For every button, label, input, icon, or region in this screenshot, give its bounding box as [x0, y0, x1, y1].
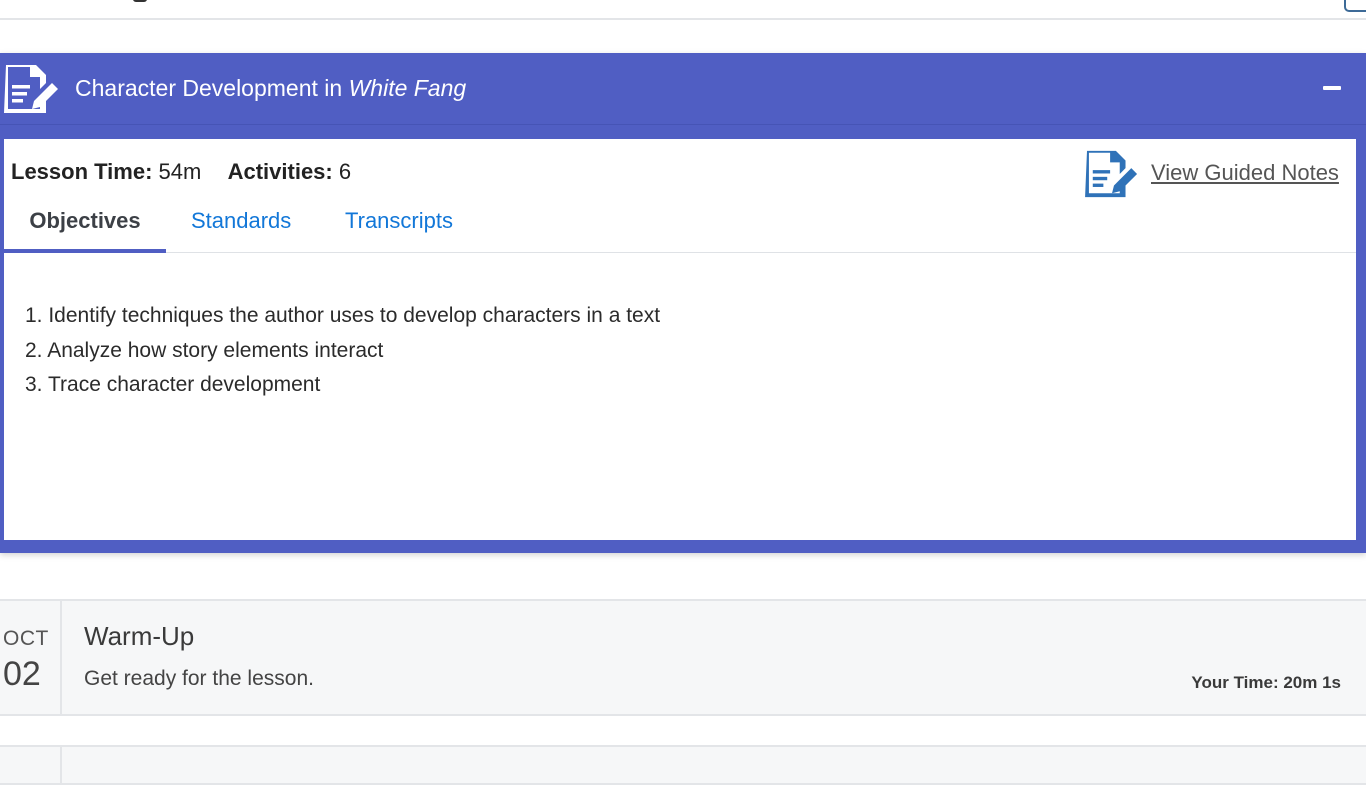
lesson-time-value: 54m	[158, 159, 202, 184]
top-right-button[interactable]	[1344, 0, 1366, 12]
collapse-button[interactable]	[1320, 81, 1346, 97]
activity-row[interactable]: OCT 02 Warm-Up Get ready for the lesson.…	[0, 599, 1366, 716]
objective-item: 3. Trace character development	[25, 373, 321, 396]
document-edit-icon	[1085, 150, 1138, 198]
activity-time: Your Time: 20m 1s	[1191, 673, 1341, 692]
view-guided-notes-link[interactable]: View Guided Notes	[1084, 147, 1339, 199]
activity-date: OCT 02	[0, 601, 62, 714]
tab-transcripts[interactable]: Transcripts	[345, 199, 453, 253]
objectives-list: 1. Identify techniques the author uses t…	[25, 299, 660, 403]
view-guided-notes-label: View Guided Notes	[1151, 160, 1339, 185]
activities-value: 6	[338, 159, 352, 184]
tab-objectives[interactable]: Objectives	[4, 199, 166, 253]
top-bar	[0, 0, 1366, 20]
objective-item: 1. Identify techniques the author uses t…	[25, 304, 661, 327]
lesson-header[interactable]: Character Development in White Fang	[0, 53, 1366, 125]
activities-label: Activities:	[227, 159, 333, 184]
lesson-time-label: Lesson Time:	[11, 159, 153, 184]
top-bar-text-fragment	[133, 0, 147, 2]
activity-day: 02	[3, 655, 41, 693]
objective-item: 2. Analyze how story elements interact	[25, 338, 384, 362]
lesson-title: Character Development in White Fang	[75, 75, 466, 102]
lesson-meta: Lesson Time: 54m Activities: 6	[11, 159, 351, 185]
lesson-details-card: Lesson Time: 54m Activities: 6 View Guid…	[4, 139, 1356, 540]
activity-date	[0, 747, 62, 783]
activity-description: Get ready for the lesson.	[84, 667, 314, 690]
lesson-title-text: Character Development in	[75, 75, 349, 101]
tab-standards[interactable]: Standards	[191, 199, 291, 253]
activity-month: OCT	[3, 627, 49, 650]
activity-row[interactable]	[0, 745, 1366, 785]
lesson-tabs: Objectives Standards Transcripts	[4, 199, 1356, 253]
activity-title: Warm-Up	[84, 621, 195, 651]
document-edit-icon	[4, 65, 58, 113]
lesson-panel: Character Development in White Fang Less…	[0, 53, 1366, 553]
lesson-title-book: White Fang	[348, 75, 467, 101]
